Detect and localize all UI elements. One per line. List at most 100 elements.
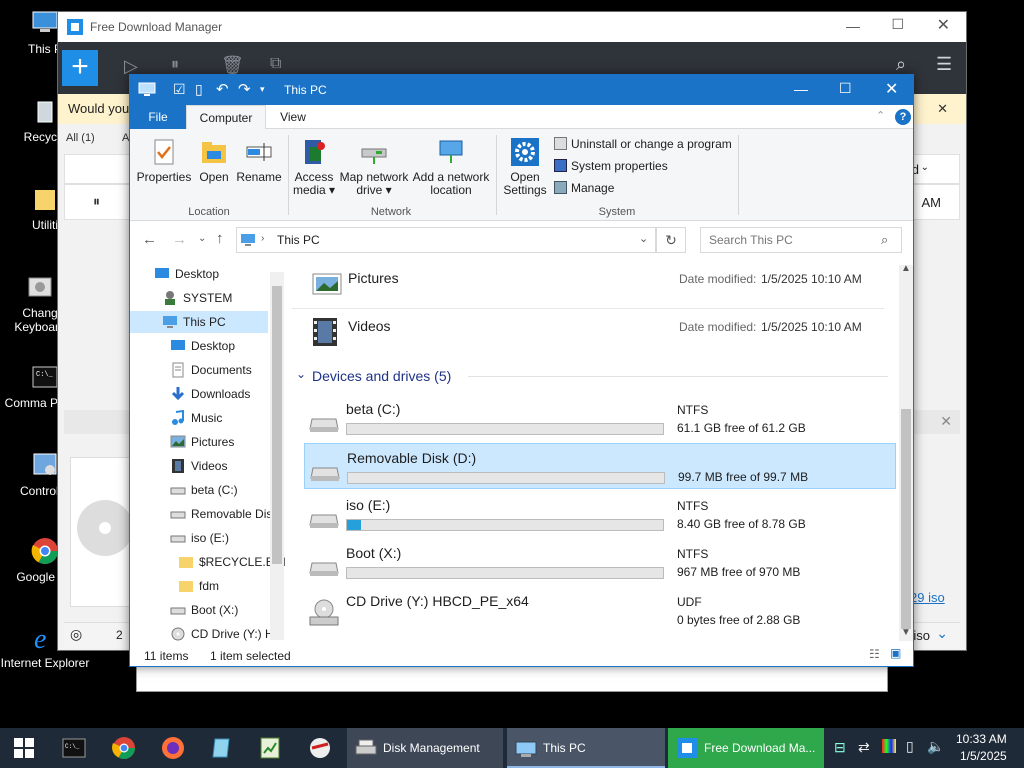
windows-start-icon[interactable]	[14, 738, 34, 758]
notice-close-icon[interactable]: ✕	[937, 101, 948, 117]
map-network-drive-button[interactable]: Map network drive ▾	[336, 137, 412, 197]
new-folder-icon[interactable]: ▯	[195, 81, 203, 98]
maximize-button[interactable]: ☐	[891, 16, 904, 33]
details-view-icon[interactable]: ☷	[869, 647, 880, 661]
nav-item[interactable]: beta (C:)	[130, 479, 268, 501]
drive-row[interactable]: beta (C:) NTFS 61.1 GB free of 61.2 GB	[304, 395, 896, 441]
drive-row[interactable]: Boot (X:) NTFS 967 MB free of 970 MB	[304, 539, 896, 585]
drive-icon	[170, 535, 186, 543]
properties-button[interactable]: Properties	[136, 137, 192, 184]
minimize-button[interactable]: —	[794, 81, 808, 97]
filter-all[interactable]: All (1)	[66, 132, 95, 144]
access-media-button[interactable]: Access media ▾	[292, 137, 336, 197]
nav-item[interactable]: Videos	[130, 455, 268, 477]
display-tray-icon[interactable]: ⇄	[858, 739, 870, 756]
content-scrollbar[interactable]: ▲ ▼	[899, 263, 913, 641]
menu-icon[interactable]: ☰	[936, 54, 952, 75]
open-settings-button[interactable]: Open Settings	[502, 137, 548, 197]
nav-item[interactable]: $RECYCLE.BIN	[130, 551, 285, 573]
add-network-location-button[interactable]: Add a network location	[412, 137, 490, 197]
close-icon[interactable]: ✕	[940, 413, 952, 430]
chrome-icon[interactable]	[112, 736, 136, 760]
folder-icon[interactable]: ⧉	[270, 55, 281, 73]
nav-item[interactable]: Documents	[130, 359, 268, 381]
pause-icon[interactable]: ⏸	[93, 193, 100, 210]
folder-row-videos[interactable]: Videos Date modified: 1/5/2025 10:10 AM	[292, 309, 884, 357]
address-bar[interactable]: › This PC ⌄	[236, 227, 656, 253]
nav-item[interactable]: Boot (X:)	[130, 599, 268, 621]
redo-icon[interactable]: ↷	[238, 80, 251, 98]
nav-item[interactable]: fdm	[130, 575, 268, 597]
rename-button[interactable]: Rename	[236, 137, 282, 184]
drive-row[interactable]: iso (E:) NTFS 8.40 GB free of 8.78 GB	[304, 491, 896, 537]
snail-icon[interactable]: ◎	[70, 626, 82, 643]
fdm-titlebar[interactable]: Free Download Manager — ☐ ✕	[58, 12, 966, 42]
chevron-down-icon[interactable]: ⌄	[936, 625, 948, 642]
drive-row[interactable]: Removable Disk (D:) 99.7 MB free of 99.7 …	[304, 443, 896, 489]
nav-item[interactable]: CD Drive (Y:) H	[130, 623, 274, 641]
recent-locations-icon[interactable]: ⌄	[198, 233, 206, 244]
nav-item[interactable]: SYSTEM	[130, 287, 268, 309]
quick-access-dropdown-icon[interactable]: ▾	[260, 84, 265, 95]
nav-scrollbar[interactable]	[270, 272, 284, 640]
clock-time[interactable]: 10:33 AM	[956, 732, 1007, 746]
usb-tray-icon[interactable]: ▯	[906, 738, 914, 755]
notepad-icon[interactable]	[210, 736, 234, 760]
spreadsheet-icon[interactable]	[258, 736, 282, 760]
ribbon-collapse-icon[interactable]: ⌃	[876, 109, 885, 122]
checkbox-icon[interactable]: ☑	[173, 81, 186, 98]
network-tool-icon[interactable]	[308, 736, 332, 760]
nav-item[interactable]: This PC	[130, 311, 268, 333]
uninstall-button[interactable]: Uninstall or change a program	[554, 137, 732, 151]
open-button[interactable]: Open	[196, 137, 232, 184]
tab-computer[interactable]: Computer	[186, 105, 266, 129]
explorer-titlebar[interactable]: ☑ ▯ ↶ ↷ ▾ This PC — ☐ ✕	[130, 75, 913, 105]
chevron-down-icon[interactable]: ⌄	[639, 232, 648, 245]
nav-item[interactable]: Removable Dis	[130, 503, 272, 525]
forward-arrow-icon[interactable]: →	[172, 231, 187, 248]
taskbar-item-disk-management[interactable]: Disk Management	[347, 728, 503, 768]
fdm-link[interactable]: 29 iso	[910, 590, 945, 605]
large-icons-view-icon[interactable]: ▣	[890, 646, 901, 660]
scroll-down-icon[interactable]: ▼	[901, 627, 911, 638]
taskbar-item-this-pc[interactable]: This PC	[507, 728, 665, 768]
manage-button[interactable]: Manage	[554, 181, 614, 195]
firefox-icon[interactable]	[161, 736, 185, 760]
undo-icon[interactable]: ↶	[216, 80, 229, 98]
tab-file[interactable]: File	[130, 105, 186, 129]
help-icon[interactable]: ?	[895, 109, 911, 125]
minimize-button[interactable]: —	[846, 18, 860, 34]
pause-icon[interactable]: ⏸	[171, 56, 179, 74]
explorer-window[interactable]: ☑ ▯ ↶ ↷ ▾ This PC — ☐ ✕ File Computer Vi…	[129, 74, 914, 667]
nav-item[interactable]: Desktop	[130, 335, 268, 357]
up-arrow-icon[interactable]: ↑	[216, 230, 224, 247]
tab-view[interactable]: View	[268, 105, 318, 129]
volume-tray-icon[interactable]: 🔈	[927, 738, 944, 755]
search-input[interactable]: Search This PC	[709, 233, 793, 247]
nav-item[interactable]: Pictures	[130, 431, 268, 453]
close-button[interactable]: ✕	[937, 15, 950, 35]
nav-item[interactable]: Desktop	[130, 263, 268, 285]
close-button[interactable]: ✕	[885, 79, 898, 99]
folder-row-pictures[interactable]: Pictures Date modified: 1/5/2025 10:10 A…	[292, 261, 884, 309]
devices-group-header[interactable]: ⌄ Devices and drives (5)	[292, 365, 888, 389]
command-prompt-icon[interactable]: C:\_	[62, 736, 86, 760]
system-properties-button[interactable]: System properties	[554, 159, 668, 173]
drive-row[interactable]: CD Drive (Y:) HBCD_PE_x64 UDF 0 bytes free…	[304, 587, 896, 633]
chevron-down-icon[interactable]: ⌄	[921, 162, 929, 173]
add-download-button[interactable]: +	[62, 50, 98, 86]
search-box[interactable]: Search This PC ⌕	[700, 227, 902, 253]
refresh-button[interactable]: ↻	[656, 227, 686, 253]
search-icon[interactable]: ⌕	[896, 54, 906, 75]
clock-date[interactable]: 1/5/2025	[960, 749, 1007, 763]
nav-item[interactable]: Music	[130, 407, 268, 429]
taskbar-item-fdm[interactable]: Free Download Ma...	[668, 728, 824, 768]
back-arrow-icon[interactable]: ←	[142, 231, 157, 248]
network-tray-icon[interactable]: ⊟	[834, 739, 846, 756]
delete-icon[interactable]: 🗑	[221, 55, 244, 76]
color-tray-icon[interactable]	[882, 739, 896, 753]
nav-item[interactable]: iso (E:)	[130, 527, 268, 549]
scroll-up-icon[interactable]: ▲	[901, 263, 911, 274]
nav-item[interactable]: Downloads	[130, 383, 268, 405]
maximize-button[interactable]: ☐	[839, 80, 852, 97]
